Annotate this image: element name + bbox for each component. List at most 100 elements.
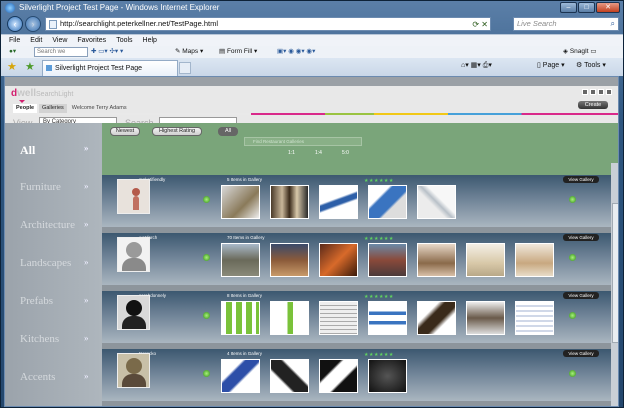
category-landscapes[interactable]: Landscapes »: [20, 257, 89, 269]
filter-newest-button[interactable]: Newest: [110, 127, 140, 136]
tools-menu[interactable]: ⚙ Tools ▾: [576, 61, 606, 69]
title-bar: Silverlight Project Test Page - Windows …: [1, 1, 623, 15]
toolbar-icons[interactable]: ✚ ▭▾ ✣▾ ▾: [91, 46, 123, 58]
add-gallery-icon[interactable]: [203, 196, 210, 203]
filter-highest-rating-button[interactable]: Highest Rating: [152, 127, 202, 136]
rating-stars[interactable]: ★★★★★★: [364, 352, 394, 358]
view-gallery-button[interactable]: View Gallery: [563, 292, 599, 299]
add-gallery-icon[interactable]: [203, 370, 210, 377]
restore-icon[interactable]: [590, 89, 596, 95]
ratio-5-0[interactable]: 5:0: [342, 150, 349, 156]
minimize-button[interactable]: –: [560, 2, 577, 13]
add-gallery-icon[interactable]: [203, 312, 210, 319]
gallery-thumbnail[interactable]: [221, 243, 260, 277]
add-gallery-icon[interactable]: [569, 254, 576, 261]
category-prefabs[interactable]: Prefabs »: [20, 295, 89, 307]
avatar[interactable]: [117, 237, 150, 272]
help-icon[interactable]: [582, 89, 588, 95]
toolbar-g-icon[interactable]: ●▾: [9, 46, 16, 58]
category-architecture[interactable]: Architecture »: [20, 219, 89, 231]
gallery-thumbnail[interactable]: [270, 301, 309, 335]
form-fill-button[interactable]: ▤ Form Fill ▾: [219, 46, 257, 58]
rating-stars[interactable]: ★★★★★★: [364, 236, 394, 242]
forward-button[interactable]: ›: [25, 16, 41, 32]
view-gallery-button[interactable]: View Gallery: [563, 350, 599, 357]
window-controls[interactable]: [582, 89, 612, 95]
avatar[interactable]: [117, 179, 150, 214]
gallery-thumbnail[interactable]: [221, 359, 260, 393]
gallery-thumbnail[interactable]: [417, 185, 456, 219]
gallery-thumbnail[interactable]: [221, 185, 260, 219]
add-gallery-icon[interactable]: [569, 196, 576, 203]
avatar[interactable]: [117, 353, 150, 388]
live-search-input[interactable]: Live Search ⌕: [513, 17, 619, 31]
gallery-thumbnail[interactable]: [368, 301, 407, 335]
new-tab-button[interactable]: [179, 62, 191, 74]
gallery-thumbnail[interactable]: [417, 243, 456, 277]
close-icon[interactable]: [606, 89, 612, 95]
category-landscapes-label: Landscapes: [20, 257, 72, 269]
tab-people[interactable]: People: [13, 100, 38, 113]
toolbar-search-input[interactable]: Search we: [34, 47, 88, 57]
menu-view[interactable]: View: [52, 35, 67, 46]
gallery-thumbnail[interactable]: [270, 359, 309, 393]
category-all[interactable]: All »: [20, 143, 89, 158]
create-button[interactable]: Create: [578, 101, 608, 109]
menu-file[interactable]: File: [9, 35, 20, 46]
home-icon[interactable]: ⌂▾ ▦▾ ⎙▾: [461, 61, 492, 70]
gallery-thumbnail[interactable]: [270, 185, 309, 219]
filter-all-button[interactable]: All: [218, 127, 238, 136]
address-bar[interactable]: http://searchlight.peterkellner.net/Test…: [45, 17, 491, 31]
add-favorites-icon[interactable]: ★: [25, 60, 35, 73]
gallery-thumbnail[interactable]: [466, 243, 505, 277]
fullscreen-icon[interactable]: [598, 89, 604, 95]
ratio-1-4[interactable]: 1:4: [315, 150, 322, 156]
gallery-thumbnail[interactable]: [417, 301, 456, 335]
favorites-star-icon[interactable]: ★: [7, 60, 17, 73]
rating-stars[interactable]: ★★★★★★: [364, 294, 394, 300]
view-gallery-button[interactable]: View Gallery: [563, 176, 599, 183]
rating-stars[interactable]: ★★★★★★: [364, 178, 394, 184]
page-menu[interactable]: ▯ Page ▾: [537, 61, 565, 69]
menu-favorites[interactable]: Favorites: [77, 35, 106, 46]
gallery-thumbnail[interactable]: [515, 243, 554, 277]
category-furniture[interactable]: Furniture »: [20, 181, 89, 193]
gallery-thumbnail[interactable]: [368, 359, 407, 393]
back-button[interactable]: ‹: [7, 16, 23, 32]
snagit-button[interactable]: ◈ SnagIt ▭: [563, 46, 597, 58]
view-gallery-button[interactable]: View Gallery: [563, 234, 599, 241]
tab-galleries[interactable]: Galleries: [39, 104, 67, 113]
gallery-thumbnail[interactable]: [466, 301, 505, 335]
gallery-thumbnail[interactable]: [319, 301, 358, 335]
gallery-thumbnail[interactable]: [319, 359, 358, 393]
category-accents[interactable]: Accents »: [20, 371, 89, 383]
add-gallery-icon[interactable]: [203, 254, 210, 261]
search-icon[interactable]: ⌕: [611, 18, 615, 30]
add-gallery-icon[interactable]: [569, 312, 576, 319]
category-kitchens[interactable]: Kitchens »: [20, 333, 89, 345]
maximize-button[interactable]: □: [578, 2, 595, 13]
tab-silverlight-test-page[interactable]: Silverlight Project Test Page: [42, 60, 178, 76]
gallery-thumbnail[interactable]: [368, 185, 407, 219]
gallery-thumbnail[interactable]: [270, 243, 309, 277]
maps-label: Maps: [182, 48, 199, 55]
ratio-1-1[interactable]: 1:1: [288, 150, 295, 156]
menu-edit[interactable]: Edit: [30, 35, 42, 46]
size-slider[interactable]: Find Restaurant Galleries: [244, 137, 362, 146]
menu-tools[interactable]: Tools: [116, 35, 132, 46]
gallery-thumbnail[interactable]: [368, 243, 407, 277]
add-gallery-icon[interactable]: [569, 370, 576, 377]
maps-button[interactable]: ✎ Maps ▾: [175, 46, 203, 58]
gallery-thumbnail[interactable]: [319, 185, 358, 219]
scrollbar-thumb[interactable]: [612, 203, 618, 343]
gallery-thumbnail[interactable]: [319, 243, 358, 277]
menu-help[interactable]: Help: [143, 35, 157, 46]
vertical-scrollbar[interactable]: [611, 163, 618, 406]
close-button[interactable]: ✕: [596, 2, 620, 13]
gallery-thumbnail[interactable]: [515, 301, 554, 335]
toolbar-icons-2[interactable]: ▣▾ ◉ ◉▾ ◉▾: [277, 46, 315, 58]
refresh-icon[interactable]: ⟳ ✕: [472, 19, 488, 31]
gallery-thumbnail[interactable]: [221, 301, 260, 335]
filter-bar: Newest Highest Rating All Find Restauran…: [102, 123, 618, 175]
avatar[interactable]: [117, 295, 150, 330]
